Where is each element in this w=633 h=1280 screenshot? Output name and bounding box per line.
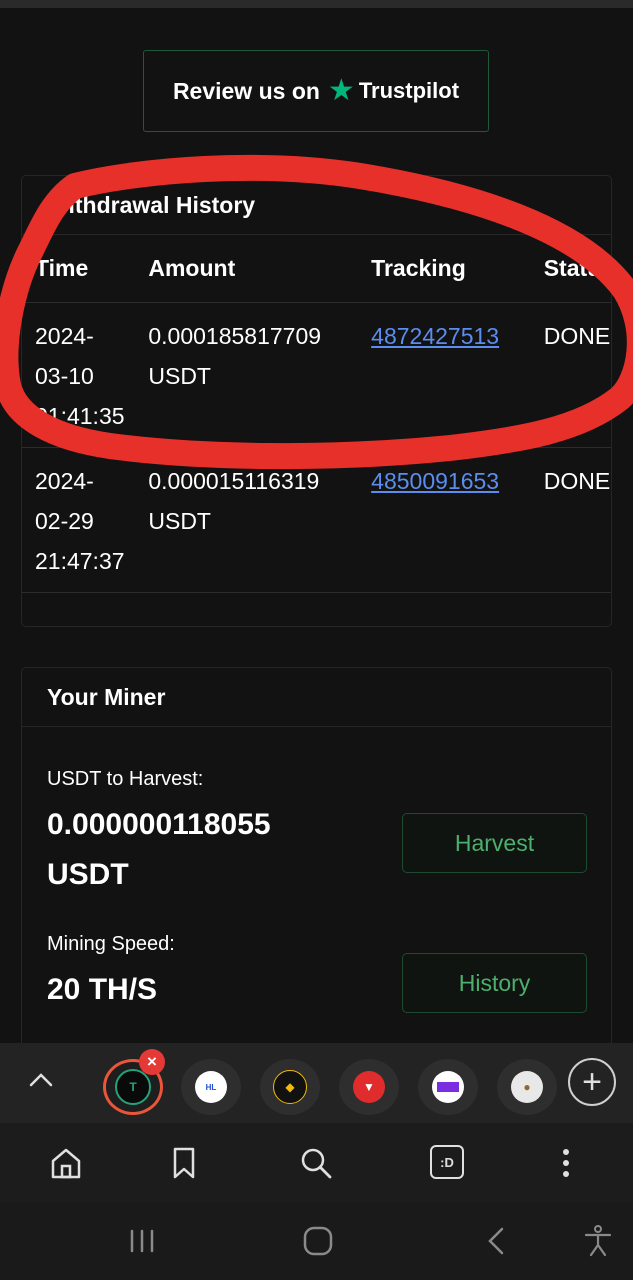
more-icon[interactable] (548, 1145, 584, 1181)
column-header-time: Time (35, 254, 89, 281)
withdrawal-history-title: Withdrawal History (22, 176, 611, 235)
mining-speed-label: Mining Speed: (47, 933, 175, 955)
trustpilot-brand: Trustpilot (358, 78, 460, 103)
your-miner-card: Your Miner USDT to Harvest: 0.0000001180… (21, 667, 612, 1047)
table-row: 2024- 02-29 21:47:37 0.000015116319 USDT… (22, 448, 611, 593)
row-time: 2024- 02-29 21:47:37 (35, 468, 125, 574)
row-amount: 0.000185817709 USDT (148, 323, 322, 389)
home-circle-icon[interactable] (300, 1223, 336, 1259)
tab-tron[interactable]: ▼ (339, 1059, 399, 1115)
harvest-button[interactable]: Harvest (402, 813, 587, 873)
withdrawal-history-card: Withdrawal History Time Amount Tracking … (21, 175, 612, 627)
harvest-label: USDT to Harvest: (47, 768, 204, 790)
tracking-link[interactable]: 4872427513 (371, 323, 499, 349)
row-time: 2024- 03-10 01:41:35 (35, 323, 125, 429)
tab-purple[interactable] (418, 1059, 478, 1115)
tab-helmlink[interactable]: HL (181, 1059, 241, 1115)
row-status: DONE (543, 468, 611, 494)
tether-icon: T (115, 1069, 151, 1105)
column-header-amount: Amount (148, 254, 236, 281)
status-strip (0, 0, 633, 8)
table-row: 2024- 03-10 01:41:35 0.000185817709 USDT… (22, 303, 611, 448)
close-tab-icon[interactable]: × (139, 1049, 165, 1075)
row-amount: 0.000015116319 USDT (148, 468, 320, 534)
your-miner-title: Your Miner (22, 668, 611, 727)
purple-site-icon (432, 1071, 464, 1103)
browser-tab-strip: T HL ◆ ▼ ● (0, 1043, 633, 1123)
chevron-up-icon[interactable] (26, 1065, 56, 1095)
browser-bottom-nav: :D (0, 1123, 633, 1204)
trustpilot-logo: ★ Trustpilot (328, 76, 459, 106)
tron-icon: ▼ (353, 1071, 385, 1103)
star-icon: ★ (327, 74, 355, 107)
back-icon[interactable] (478, 1223, 514, 1259)
recent-apps-icon[interactable] (124, 1223, 160, 1259)
tab-binance[interactable]: ◆ (260, 1059, 320, 1115)
add-tab-icon[interactable]: + (568, 1058, 616, 1106)
harvest-value: 0.000000118055 (47, 808, 271, 841)
binance-icon: ◆ (273, 1070, 307, 1104)
table-header: Time Amount Tracking Status (22, 234, 612, 303)
column-header-status: Status (543, 254, 612, 281)
withdrawal-table: Time Amount Tracking Status 2024- 03-10 … (22, 234, 612, 593)
history-button[interactable]: History (402, 953, 587, 1013)
review-text: Review us on (172, 77, 320, 104)
system-navigation-bar (0, 1203, 633, 1280)
harvest-unit: USDT (47, 858, 129, 891)
row-status: DONE (543, 323, 611, 349)
column-header-tracking: Tracking (371, 254, 466, 281)
mining-speed-value: 20 TH/S (47, 973, 158, 1006)
search-icon[interactable] (298, 1145, 334, 1181)
accessibility-icon[interactable] (580, 1223, 616, 1259)
coin-icon: ● (511, 1071, 543, 1103)
tab-coin[interactable]: ● (497, 1059, 557, 1115)
trustpilot-review-button[interactable]: Review us on ★ Trustpilot (143, 50, 489, 132)
bookmark-icon[interactable] (166, 1145, 202, 1181)
tracking-link[interactable]: 4850091653 (371, 468, 499, 494)
tabs-icon[interactable]: :D (430, 1145, 464, 1179)
helmlink-icon: HL (195, 1071, 227, 1103)
home-icon[interactable] (48, 1145, 84, 1181)
